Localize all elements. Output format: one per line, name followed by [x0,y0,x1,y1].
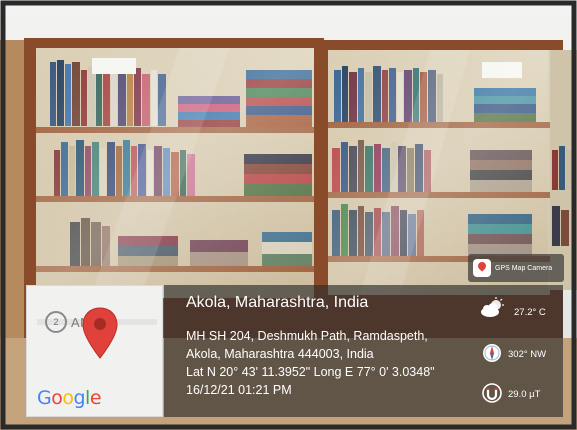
google-logo-letter: o [62,387,74,409]
temperature-value: 27.2° C [514,307,546,318]
location-info-panel: Akola, Maharashtra, India MH SH 204, Des… [164,285,563,417]
address-line: MH SH 204, Deshmukh Path, Ramdaspeth, [186,329,428,343]
google-logo-letter: e [89,387,102,409]
address-line: Akola, Maharashtra 444003, India [186,347,374,361]
direction-value: 302° NW [508,349,547,360]
magnetic-field-value: 29.0 µT [508,389,541,400]
coordinates-line: Lat N 20° 43' 11.3952" Long E 77° 0' 3.0… [186,365,435,379]
google-logo: Google [37,387,102,409]
cloud-sun-icon [481,297,504,317]
location-pin-icon [82,307,118,359]
google-logo-letter: g [73,387,86,409]
address-block: MH SH 204, Deshmukh Path, Ramdaspeth, Ak… [186,327,435,399]
magnet-icon [482,383,502,403]
google-logo-letter: G [37,387,52,409]
map-thumbnail: 2 AMDA Google [26,285,163,417]
compass-icon [483,344,501,362]
app-watermark-badge: GPS Map Camera [468,254,564,282]
timestamp-line: 16/12/21 01:21 PM [186,383,292,397]
location-title: Akola, Maharashtra, India [186,294,369,311]
app-name: GPS Map Camera [495,264,553,272]
map-marker-ring: 2 [45,311,67,333]
gps-map-camera-app-icon [473,259,491,277]
google-logo-letter: o [51,387,63,409]
